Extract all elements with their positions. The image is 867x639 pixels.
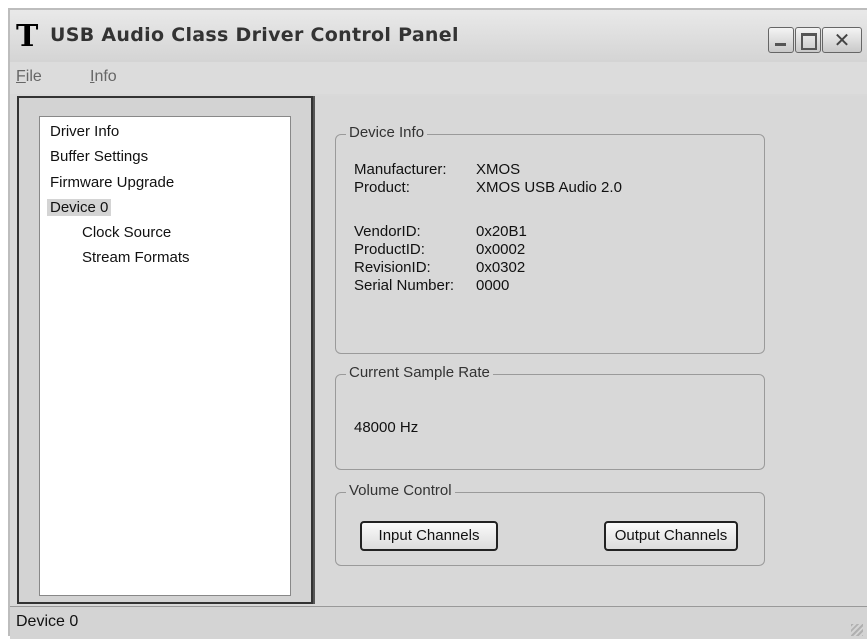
details-panel: Device Info Manufacturer: XMOS Product: … [313,96,867,604]
window-title: USB Audio Class Driver Control Panel [50,24,459,46]
status-text: Device 0 [16,613,79,630]
device-info-group: Device Info Manufacturer: XMOS Product: … [335,124,765,354]
sample-rate-group: Current Sample Rate 48000 Hz [335,364,765,470]
menu-file-mnemonic: F [16,68,26,85]
device-info-title: Device Info [346,124,428,141]
minimize-button[interactable] [768,27,794,53]
tree-item-stream-formats[interactable]: Stream Formats [82,249,190,266]
menu-bar: File Info [10,62,867,94]
maximize-button[interactable] [795,27,821,53]
navigation-panel: Driver Info Buffer Settings Firmware Upg… [17,96,313,604]
volume-control-title: Volume Control [346,482,455,499]
vendor-id-label: VendorID: [354,223,421,240]
vendor-id-value: 0x20B1 [476,223,527,240]
close-button[interactable]: ✕ [822,27,862,53]
navigation-tree[interactable]: Driver Info Buffer Settings Firmware Upg… [39,116,291,596]
title-bar[interactable]: T USB Audio Class Driver Control Panel ✕ [10,10,867,62]
product-id-label: ProductID: [354,241,425,258]
tree-item-firmware-upgrade[interactable]: Firmware Upgrade [50,174,174,191]
revision-id-value: 0x0302 [476,259,526,276]
menu-file-label: ile [25,68,42,85]
manufacturer-label: Manufacturer: [354,161,447,178]
revision-id-label: RevisionID: [354,259,431,276]
product-value: XMOS USB Audio 2.0 [476,179,622,196]
resize-grip-icon[interactable] [851,624,863,636]
volume-control-group: Volume Control Input Channels Output Cha… [335,482,765,566]
tree-item-driver-info[interactable]: Driver Info [50,123,119,140]
serial-number-value: 0000 [476,277,510,294]
tree-item-buffer-settings[interactable]: Buffer Settings [50,148,148,165]
t-logo-icon: T [16,19,39,54]
product-label: Product: [354,179,410,196]
manufacturer-value: XMOS [476,161,521,178]
output-channels-button[interactable]: Output Channels [604,521,738,551]
product-id-value: 0x0002 [476,241,526,258]
menu-info[interactable]: Info [90,68,117,86]
status-bar: Device 0 [10,606,867,639]
sample-rate-title: Current Sample Rate [346,364,493,381]
tree-item-clock-source[interactable]: Clock Source [82,224,171,241]
app-window: T USB Audio Class Driver Control Panel ✕… [8,8,867,639]
serial-number-label: Serial Number: [354,277,455,294]
menu-file[interactable]: File [16,68,42,86]
tree-item-device-0[interactable]: Device 0 [47,199,112,216]
menu-info-label: nfo [94,68,117,85]
close-icon: ✕ [833,28,851,52]
input-channels-button[interactable]: Input Channels [360,521,498,551]
sample-rate-value: 48000 Hz [354,419,419,436]
